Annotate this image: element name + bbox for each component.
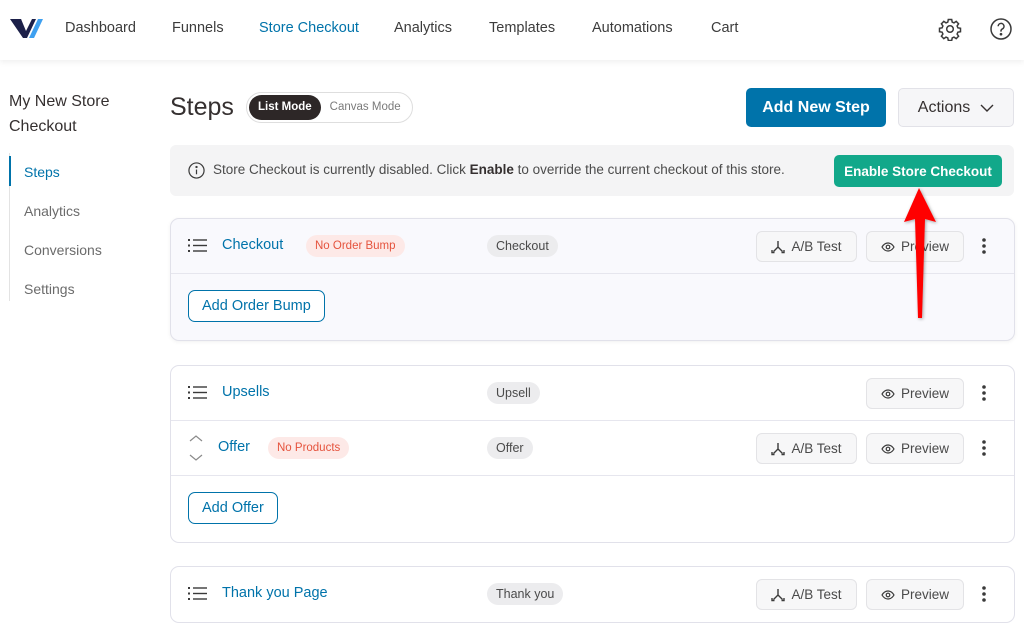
add-order-bump-button[interactable]: Add Order Bump xyxy=(188,290,325,322)
eye-icon xyxy=(881,388,895,399)
more-options-icon[interactable] xyxy=(979,438,989,458)
sidebar-item-steps[interactable]: Steps xyxy=(9,153,139,192)
preview-label: Preview xyxy=(900,441,949,456)
nav-cart[interactable]: Cart xyxy=(711,20,738,36)
ab-test-label: A/B Test xyxy=(791,441,842,456)
view-mode-toggle: List Mode Canvas Mode xyxy=(246,92,413,123)
preview-button[interactable]: Preview xyxy=(866,378,964,409)
more-options-icon[interactable] xyxy=(979,383,989,403)
nav-dashboard[interactable]: Dashboard xyxy=(65,20,136,36)
list-drag-icon[interactable] xyxy=(188,238,207,253)
sidebar-item-settings[interactable]: Settings xyxy=(10,270,139,309)
list-drag-icon[interactable] xyxy=(188,586,207,601)
step-type-badge: Offer xyxy=(487,437,533,459)
gear-icon[interactable] xyxy=(938,17,962,41)
step-type-badge: Thank you xyxy=(487,583,564,605)
ab-split-icon xyxy=(771,588,786,601)
eye-icon xyxy=(881,589,895,600)
warning-badge: No Products xyxy=(268,437,350,459)
step-card-upsells: Upsells Upsell Preview Offer No Products… xyxy=(170,365,1015,543)
sidebar-nav: Steps Analytics Conversions Settings xyxy=(9,153,139,301)
funnelkit-logo[interactable] xyxy=(10,17,44,39)
ab-split-icon xyxy=(771,240,786,253)
notice-text: Store Checkout is currently disabled. Cl… xyxy=(213,162,785,177)
ab-test-button[interactable]: A/B Test xyxy=(756,579,857,610)
list-drag-icon[interactable] xyxy=(188,385,207,400)
step-footer: Add Offer xyxy=(171,476,1014,542)
eye-icon xyxy=(881,443,895,454)
info-icon xyxy=(188,162,205,179)
warning-badge: No Order Bump xyxy=(306,235,405,257)
ab-test-button[interactable]: A/B Test xyxy=(756,433,857,464)
actions-dropdown[interactable]: Actions xyxy=(898,88,1014,127)
page-title: Steps xyxy=(170,93,234,121)
chevron-down-icon xyxy=(980,104,994,112)
ab-split-icon xyxy=(771,442,786,455)
enable-store-checkout-button[interactable]: Enable Store Checkout xyxy=(834,155,1002,187)
step-name[interactable]: Thank you Page xyxy=(222,585,328,601)
notice-bold-enable: Enable xyxy=(469,162,514,177)
more-options-icon[interactable] xyxy=(979,584,989,604)
step-row: Thank you Page Thank you A/B Test Previe… xyxy=(171,567,1014,622)
preview-label: Preview xyxy=(900,386,949,401)
preview-label: Preview xyxy=(900,239,949,254)
more-options-icon[interactable] xyxy=(979,236,989,256)
ab-test-button[interactable]: A/B Test xyxy=(756,231,857,262)
nav-store-checkout[interactable]: Store Checkout xyxy=(259,20,359,36)
store-checkout-title: My New Store Checkout xyxy=(9,93,110,135)
sidebar-item-conversions[interactable]: Conversions xyxy=(10,231,139,270)
step-type-badge: Checkout xyxy=(487,235,558,257)
preview-button[interactable]: Preview xyxy=(866,433,964,464)
nav-templates[interactable]: Templates xyxy=(489,20,555,36)
step-card-checkout: Checkout No Order Bump Checkout A/B Test… xyxy=(170,218,1015,341)
help-icon[interactable] xyxy=(989,17,1013,41)
step-name[interactable]: Upsells xyxy=(222,384,270,400)
offer-name[interactable]: Offer xyxy=(218,439,250,455)
store-checkout-disabled-notice: Store Checkout is currently disabled. Cl… xyxy=(170,145,1014,196)
eye-icon xyxy=(881,241,895,252)
canvas-mode-button[interactable]: Canvas Mode xyxy=(321,95,410,120)
nav-funnels[interactable]: Funnels xyxy=(172,20,224,36)
step-type-badge: Upsell xyxy=(487,382,540,404)
actions-label: Actions xyxy=(917,98,971,116)
step-row: Checkout No Order Bump Checkout A/B Test… xyxy=(171,219,1014,274)
offer-row: Offer No Products Offer A/B Test Preview xyxy=(171,421,1014,476)
step-footer: Add Order Bump xyxy=(171,274,1014,340)
top-navigation: Dashboard Funnels Store Checkout Analyti… xyxy=(0,0,1024,60)
nav-analytics[interactable]: Analytics xyxy=(394,20,452,36)
sidebar-item-analytics[interactable]: Analytics xyxy=(10,192,139,231)
preview-button[interactable]: Preview xyxy=(866,579,964,610)
step-name[interactable]: Checkout xyxy=(222,237,283,253)
list-mode-button[interactable]: List Mode xyxy=(249,95,321,120)
add-new-step-button[interactable]: Add New Step xyxy=(746,88,886,127)
step-card-thank-you: Thank you Page Thank you A/B Test Previe… xyxy=(170,566,1015,623)
ab-test-label: A/B Test xyxy=(791,239,842,254)
ab-test-label: A/B Test xyxy=(791,587,842,602)
preview-button[interactable]: Preview xyxy=(866,231,964,262)
nav-automations[interactable]: Automations xyxy=(592,20,673,36)
preview-label: Preview xyxy=(900,587,949,602)
add-offer-button[interactable]: Add Offer xyxy=(188,492,278,524)
step-row: Upsells Upsell Preview xyxy=(171,366,1014,421)
reorder-arrows-icon[interactable] xyxy=(187,433,205,463)
